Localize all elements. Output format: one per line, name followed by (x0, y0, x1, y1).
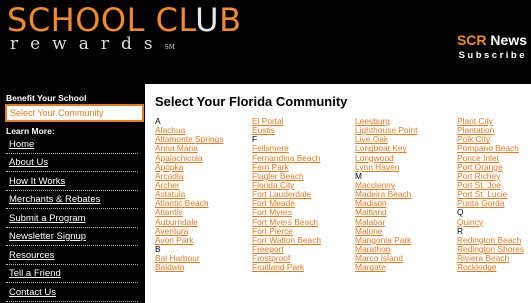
page-title: Select Your Florida Community (155, 94, 348, 109)
community-link[interactable]: Rockledge (457, 263, 531, 272)
sidebar-link-home[interactable]: Home (9, 139, 34, 150)
sidebar-link-how-it-works[interactable]: How It Works (9, 176, 65, 187)
community-column: Plant City Plantation Polk City Pompano Bea… (457, 116, 531, 272)
sidebar-divider (6, 153, 138, 154)
select-community-item[interactable]: Select Your Community (5, 104, 144, 122)
sidebar-link-resources[interactable]: Resources (9, 250, 54, 261)
sidebar-divider (6, 264, 138, 265)
sidebar-link-about-us[interactable]: About Us (9, 157, 48, 168)
sidebar-divider (6, 208, 138, 209)
sidebar-link-submit-a-program[interactable]: Submit a Program (9, 213, 86, 224)
sidebar-link-contact-us[interactable]: Contact Us (9, 287, 56, 298)
sidebar-divider (6, 190, 138, 191)
logo-rewards-text: rewards (10, 34, 165, 54)
logo-school-club[interactable]: SCHOOL CLUB (7, 2, 242, 38)
community-column: Leesburg Lighthouse Point Live Oak Longboat… (355, 116, 433, 272)
community-link[interactable]: Quincy (457, 217, 531, 227)
sidebar-link-tell-a-friend[interactable]: Tell a Friend (9, 268, 61, 279)
community-link[interactable]: Baldwin (155, 263, 233, 272)
logo-rewards: rewardsSM (10, 34, 175, 54)
community-link[interactable]: Lynn Haven (355, 162, 433, 172)
community-link[interactable]: Fruitland Park (252, 263, 330, 272)
community-column: A Alachua Altamonte Springs Anna Maria Apala… (155, 116, 233, 272)
learn-more-heading: Learn More: (6, 126, 55, 136)
sidebar-link-newsletter-signup[interactable]: Newsletter Signup (9, 231, 86, 242)
sidebar-divider (6, 282, 138, 283)
benefit-heading: Benefit Your School (6, 93, 87, 103)
sidebar-link-merchants-rebates[interactable]: Merchants & Rebates (9, 194, 100, 205)
community-link[interactable]: Punta Gorda (457, 199, 531, 208)
scr-news-subscribe[interactable]: SCR News Subscribe (457, 32, 527, 63)
sidebar-divider (6, 171, 138, 172)
community-link[interactable]: Avon Park (155, 235, 233, 245)
sidebar-divider (6, 245, 138, 246)
sidebar-divider (6, 227, 138, 228)
site-header: SCHOOL CLUB rewardsSM SCR News Subscribe (0, 0, 531, 84)
community-link[interactable]: Eustis (252, 125, 330, 135)
community-link[interactable]: Margate (355, 263, 433, 272)
sidebar-divider (6, 301, 138, 302)
community-column: El Portal Eustis F Fellsmere Fernandina Beac… (252, 116, 330, 272)
